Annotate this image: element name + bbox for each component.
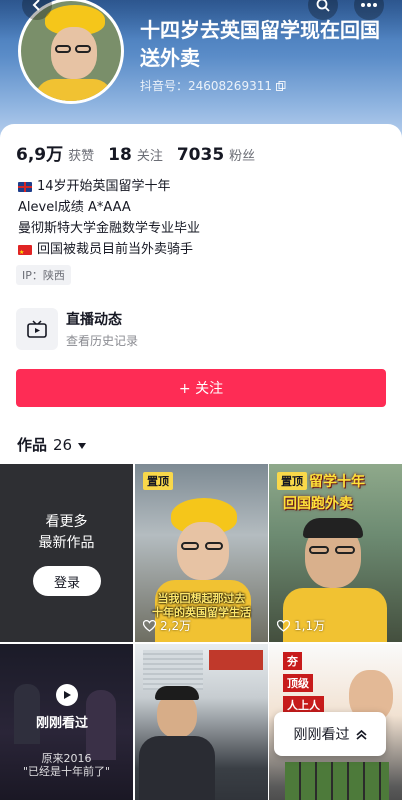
play-icon bbox=[64, 691, 71, 699]
tab-works[interactable]: 作品 26 bbox=[17, 434, 87, 455]
video-tile-3[interactable]: 置顶 留学十年 回国跑外卖 1,1万 bbox=[269, 464, 402, 642]
copy-icon[interactable] bbox=[275, 80, 286, 91]
china-flag-icon bbox=[18, 242, 32, 263]
login-prompt-line-1: 看更多 bbox=[45, 514, 88, 530]
recently-watched-label: 刚刚看过 bbox=[36, 716, 89, 731]
douyin-id-text: 抖音号：24608269311 bbox=[140, 79, 272, 93]
stats-row: 6,9万 获赞 18 关注 7035 粉丝 bbox=[16, 140, 255, 165]
following-stat[interactable]: 18 关注 bbox=[108, 145, 163, 165]
pinned-badge: 置顶 bbox=[143, 472, 173, 490]
video-tile-5[interactable] bbox=[135, 644, 268, 800]
live-subtitle[interactable]: 查看历史记录 bbox=[66, 332, 138, 349]
followers-count: 7035 bbox=[176, 145, 225, 165]
video-likes-count: 2,2万 bbox=[160, 619, 192, 633]
bio-line-1: 14岁开始英国留学十年 bbox=[37, 179, 171, 194]
video-subtitle-line-2: "已经是十年前了" bbox=[22, 765, 111, 778]
heart-outline-icon bbox=[143, 619, 156, 632]
play-button[interactable] bbox=[56, 684, 78, 706]
works-count: 26 bbox=[53, 435, 73, 454]
video-caption: 当我回想起那过去 十年的英国留学生活 bbox=[141, 592, 262, 620]
tv-icon bbox=[27, 320, 47, 338]
video-likes: 1,1万 bbox=[277, 617, 325, 634]
video-caption: 留学十年 bbox=[309, 472, 365, 492]
live-history-button[interactable] bbox=[16, 308, 58, 350]
video-caption-line-2: 回国跑外卖 bbox=[283, 496, 353, 512]
profile-header: 十四岁去英国留学现在回国送外卖 抖音号：24608269311 bbox=[0, 0, 402, 140]
more-dots-icon bbox=[361, 3, 377, 7]
douyin-id[interactable]: 抖音号：24608269311 bbox=[140, 77, 286, 94]
login-prompt-tile: 看更多 最新作品 登录 bbox=[0, 464, 133, 642]
bio: 14岁开始英国留学十年 Alevel成绩 A*AAA 曼彻斯特大学金融数学专业毕… bbox=[18, 176, 201, 263]
uk-flag-icon bbox=[18, 181, 32, 192]
bio-line-4: 回国被裁员目前当外卖骑手 bbox=[37, 242, 194, 257]
pinned-badge: 置顶 bbox=[277, 472, 307, 490]
login-button[interactable]: 登录 bbox=[33, 566, 101, 596]
following-label: 关注 bbox=[136, 149, 163, 164]
recently-watched-button[interactable]: 刚刚看过 bbox=[274, 712, 386, 756]
login-prompt-text: 看更多 最新作品 bbox=[0, 512, 133, 554]
ip-location-tag: IP：陕西 bbox=[16, 265, 71, 285]
double-chevron-up-icon bbox=[355, 729, 367, 740]
video-likes-count: 1,1万 bbox=[294, 619, 326, 633]
video-caption-line-1: 当我回想起那过去 bbox=[157, 592, 246, 605]
recently-watched-button-label: 刚刚看过 bbox=[293, 727, 350, 743]
video-subtitle: 原来2016 "已经是十年前了" bbox=[6, 752, 127, 778]
likes-stat: 6,9万 获赞 bbox=[16, 140, 94, 165]
tier-tag-2: 顶级 bbox=[283, 674, 313, 692]
heart-outline-icon bbox=[277, 619, 290, 632]
profile-name: 十四岁去英国留学现在回国送外卖 bbox=[140, 18, 380, 70]
bio-line-2: Alevel成绩 A*AAA bbox=[18, 200, 131, 215]
likes-count: 6,9万 bbox=[16, 145, 64, 165]
back-arrow-icon bbox=[32, 0, 40, 11]
video-caption-line-1: 留学十年 bbox=[309, 474, 365, 490]
login-prompt-line-2: 最新作品 bbox=[38, 535, 95, 551]
video-tile-4[interactable]: 刚刚看过 原来2016 "已经是十年前了" bbox=[0, 644, 133, 800]
video-likes: 2,2万 bbox=[143, 617, 191, 634]
following-count: 18 bbox=[108, 145, 132, 165]
followers-label: 粉丝 bbox=[229, 149, 256, 164]
bio-line-3: 曼彻斯特大学金融数学专业毕业 bbox=[18, 221, 201, 236]
follow-button[interactable]: + 关注 bbox=[16, 369, 386, 407]
search-icon bbox=[316, 0, 330, 12]
tier-tag-1: 夯 bbox=[283, 652, 302, 670]
video-subtitle-line-1: 原来2016 bbox=[41, 752, 92, 765]
video-tile-2[interactable]: 置顶 当我回想起那过去 十年的英国留学生活 2,2万 bbox=[135, 464, 268, 642]
works-label: 作品 bbox=[17, 436, 48, 454]
likes-label: 获赞 bbox=[68, 149, 95, 164]
dropdown-arrow-icon bbox=[78, 442, 87, 449]
profile-card: 6,9万 获赞 18 关注 7035 粉丝 14岁开始英国留学十年 Alevel成绩 … bbox=[0, 124, 402, 800]
live-title[interactable]: 直播动态 bbox=[66, 309, 122, 329]
followers-stat[interactable]: 7035 粉丝 bbox=[177, 145, 255, 165]
